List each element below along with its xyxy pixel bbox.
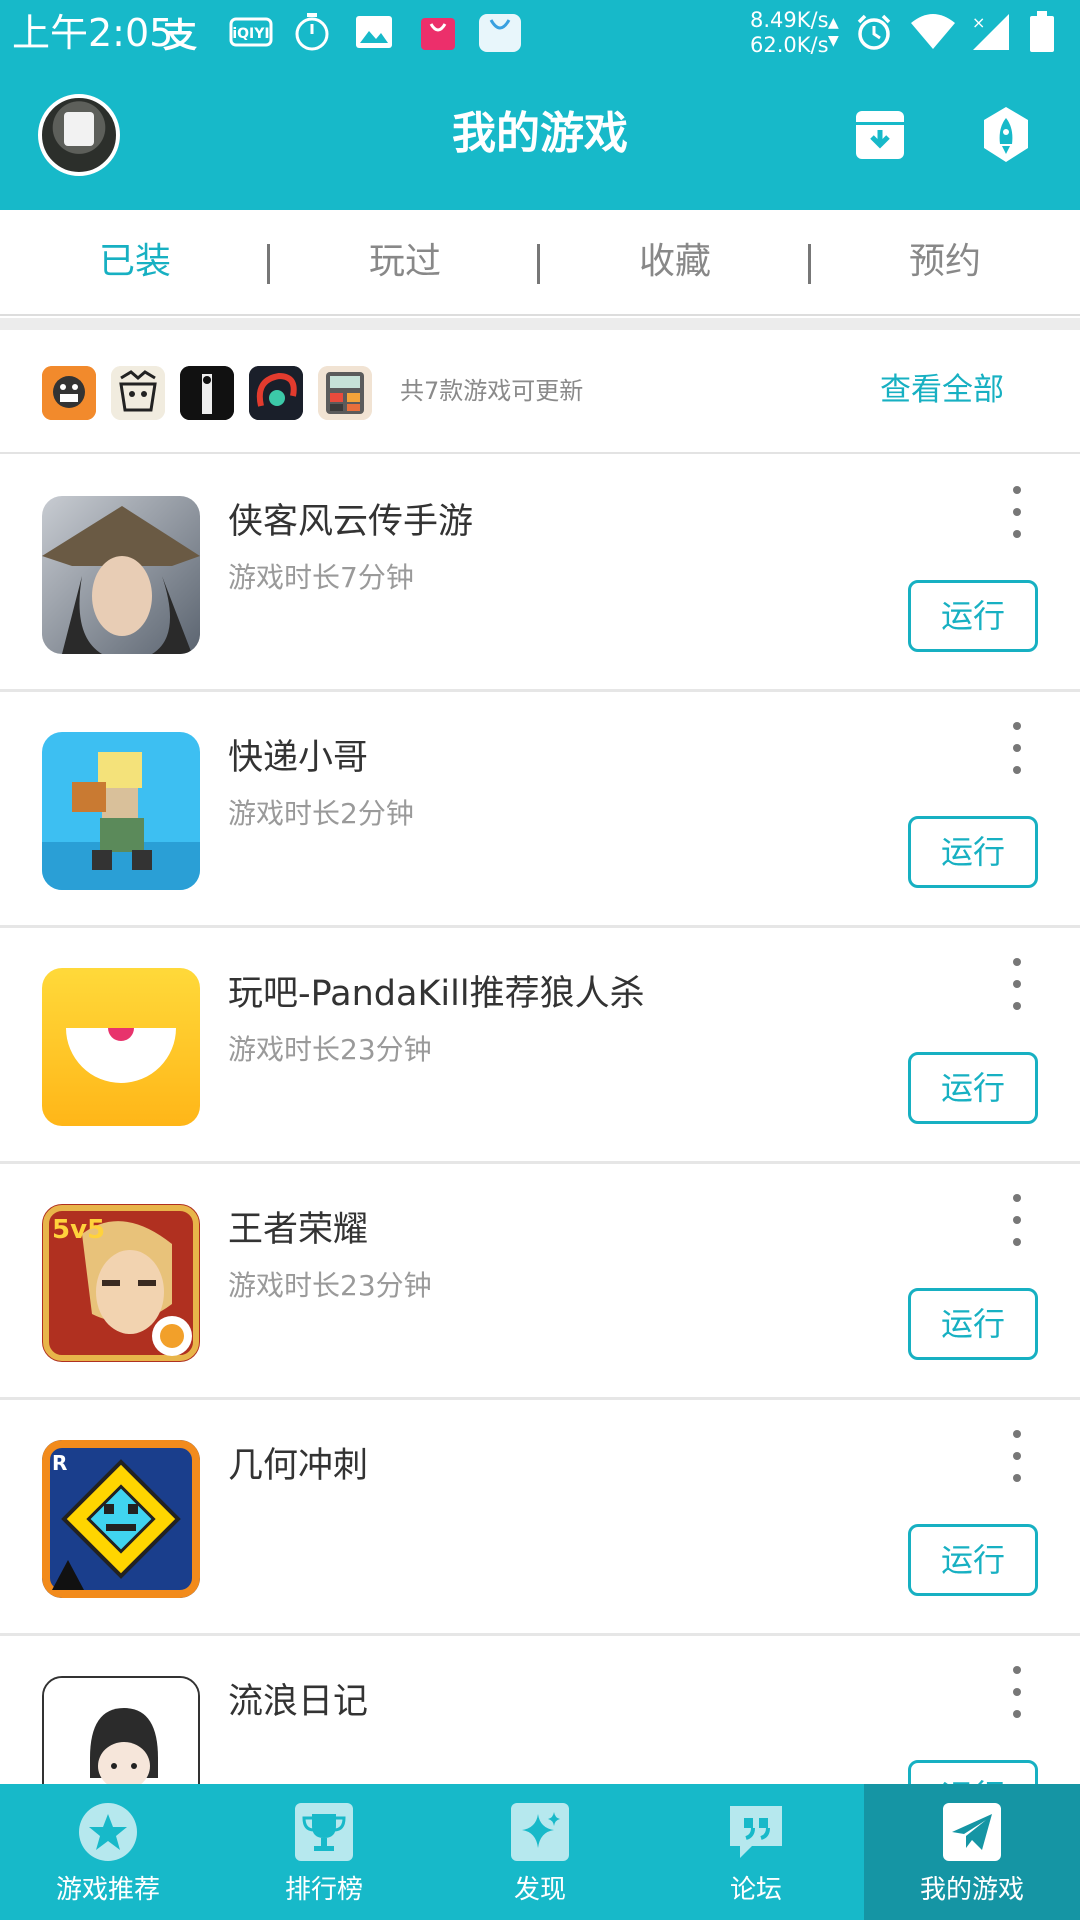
signal-icon: ×	[968, 10, 1012, 54]
run-button[interactable]: 运行	[908, 1288, 1038, 1360]
list-item[interactable]: 玩吧-PandaKill推荐狼人杀 游戏时长23分钟 运行	[0, 928, 1080, 1164]
more-options-icon[interactable]	[1004, 486, 1030, 538]
game-name: 几何冲刺	[228, 1446, 369, 1486]
alarm-icon	[852, 10, 896, 54]
svg-text:iQIYI: iQIYI	[232, 26, 269, 42]
run-button[interactable]: 运行	[908, 816, 1038, 888]
game-list: 侠客风云传手游 游戏时长7分钟 运行 快递小哥 游戏时长2分钟 运行 玩吧-Pa…	[0, 456, 1080, 1872]
nav-game-recommend[interactable]: 游戏推荐	[0, 1784, 216, 1920]
nav-rankings[interactable]: 排行榜	[216, 1784, 432, 1920]
gallery-icon	[352, 10, 396, 54]
update-game-icon-5	[318, 366, 372, 420]
list-item[interactable]: 5v5 王者荣耀 游戏时长23分钟 运行	[0, 1164, 1080, 1400]
game-name: 王者荣耀	[228, 1210, 369, 1250]
svg-text:R: R	[52, 1451, 67, 1475]
trophy-icon	[294, 1802, 354, 1862]
quote-icon	[726, 1802, 786, 1862]
store-icon	[476, 10, 524, 54]
game-name: 侠客风云传手游	[228, 502, 474, 542]
list-item[interactable]: 快递小哥 游戏时长2分钟 运行	[0, 692, 1080, 928]
tab-reservations[interactable]: 预约	[810, 209, 1080, 315]
app-header: 我的游戏	[0, 66, 1080, 210]
nav-label: 论坛	[729, 1875, 782, 1905]
update-game-icon-4	[249, 366, 303, 420]
nav-label: 排行榜	[284, 1875, 363, 1905]
game-name: 流浪日记	[228, 1682, 369, 1722]
game-icon: R	[42, 1440, 200, 1598]
paper-plane-icon	[942, 1802, 1002, 1862]
tab-divider	[808, 244, 811, 284]
more-options-icon[interactable]	[1004, 722, 1030, 774]
tab-installed[interactable]: 已装	[0, 209, 270, 315]
tab-favorites[interactable]: 收藏	[540, 209, 810, 315]
shopping-bag-icon	[416, 10, 460, 54]
bottom-nav: 游戏推荐 排行榜 发现 论坛 我的游戏	[0, 1784, 1080, 1920]
net-speed-down: 62.0K/s	[750, 33, 829, 57]
run-button[interactable]: 运行	[908, 1052, 1038, 1124]
game-icon	[42, 732, 200, 890]
updates-count-text: 共7款游戏可更新	[400, 377, 584, 405]
list-item[interactable]: 侠客风云传手游 游戏时长7分钟 运行	[0, 456, 1080, 692]
updates-bar[interactable]: 共7款游戏可更新 查看全部	[0, 330, 1080, 454]
svg-text:×: ×	[972, 13, 985, 32]
net-speed-up: 8.49K/s	[750, 8, 829, 32]
status-bar: 上午2:05 支 iQIYI 8.49K/s 62.0K/s ▲ ▼ ×	[0, 0, 1080, 66]
screen: 上午2:05 支 iQIYI 8.49K/s 62.0K/s ▲ ▼ × 我的游…	[0, 0, 1080, 1920]
game-name: 快递小哥	[228, 738, 369, 778]
timer-icon	[290, 10, 334, 54]
section-gap	[0, 318, 1080, 330]
more-options-icon[interactable]	[1004, 1194, 1030, 1246]
alipay-icon: 支	[163, 15, 197, 56]
rocket-icon[interactable]	[980, 106, 1032, 164]
update-game-icon-3	[180, 366, 234, 420]
more-options-icon[interactable]	[1004, 1430, 1030, 1482]
tab-bar: 已装 玩过 收藏 预约	[0, 210, 1080, 316]
star-icon	[78, 1802, 138, 1862]
run-button[interactable]: 运行	[908, 1524, 1038, 1596]
nav-label: 我的游戏	[919, 1875, 1024, 1905]
more-options-icon[interactable]	[1004, 958, 1030, 1010]
game-playtime: 游戏时长23分钟	[228, 1033, 432, 1066]
nav-my-games[interactable]: 我的游戏	[864, 1784, 1080, 1920]
update-game-icon-2	[111, 366, 165, 420]
view-all-link[interactable]: 查看全部	[880, 370, 1004, 410]
nav-label: 发现	[513, 1875, 566, 1905]
game-name: 玩吧-PandaKill推荐狼人杀	[228, 974, 645, 1014]
avatar[interactable]	[38, 94, 120, 176]
net-arrows-icon: ▲ ▼	[828, 15, 839, 49]
battery-icon	[1024, 10, 1060, 54]
nav-label: 游戏推荐	[55, 1875, 160, 1905]
game-playtime: 游戏时长23分钟	[228, 1269, 432, 1302]
net-speed: 8.49K/s 62.0K/s	[750, 8, 829, 58]
tab-played[interactable]: 玩过	[270, 209, 540, 315]
nav-forum[interactable]: 论坛	[648, 1784, 864, 1920]
tab-divider	[537, 244, 540, 284]
game-icon: 5v5	[42, 1204, 200, 1362]
list-item[interactable]: R 几何冲刺 运行	[0, 1400, 1080, 1636]
game-icon	[42, 496, 200, 654]
game-icon	[42, 968, 200, 1126]
wifi-icon	[908, 10, 958, 54]
more-options-icon[interactable]	[1004, 1666, 1030, 1718]
game-playtime: 游戏时长2分钟	[228, 797, 414, 830]
page-title: 我的游戏	[452, 108, 628, 159]
tab-divider	[267, 244, 270, 284]
svg-text:5v5: 5v5	[52, 1215, 105, 1245]
download-box-icon[interactable]	[855, 110, 905, 160]
iqiyi-icon: iQIYI	[226, 10, 276, 54]
nav-discover[interactable]: 发现	[432, 1784, 648, 1920]
update-game-icon-1	[42, 366, 96, 420]
sparkle-icon	[510, 1802, 570, 1862]
status-time: 上午2:05	[12, 11, 174, 55]
game-playtime: 游戏时长7分钟	[228, 561, 414, 594]
run-button[interactable]: 运行	[908, 580, 1038, 652]
